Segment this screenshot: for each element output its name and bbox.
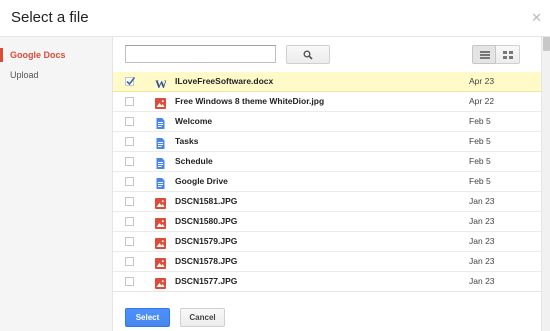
list-view-button[interactable] bbox=[472, 45, 496, 64]
checkmark-icon bbox=[126, 77, 136, 86]
file-row[interactable]: W ILoveFreeSoftware.docx Apr 23 bbox=[113, 72, 541, 92]
file-date: Jan 23 bbox=[469, 236, 495, 246]
document-icon bbox=[155, 136, 166, 149]
file-row[interactable]: Google Drive Feb 5 bbox=[113, 172, 541, 192]
file-checkbox[interactable] bbox=[125, 237, 134, 246]
grid-view-button[interactable] bbox=[496, 45, 520, 64]
main-panel: W ILoveFreeSoftware.docx Apr 23 Free Window… bbox=[113, 37, 541, 331]
word-doc-icon: W bbox=[155, 76, 167, 91]
file-date: Apr 23 bbox=[469, 76, 495, 86]
file-row[interactable]: DSCN1581.JPG Jan 23 bbox=[113, 192, 541, 212]
file-checkbox[interactable] bbox=[125, 77, 136, 86]
file-date: Feb 5 bbox=[469, 176, 491, 186]
file-name: DSCN1580.JPG bbox=[175, 216, 238, 226]
image-file-icon bbox=[155, 96, 166, 109]
file-list: W ILoveFreeSoftware.docx Apr 23 Free Window… bbox=[113, 72, 541, 291]
file-checkbox[interactable] bbox=[125, 157, 134, 166]
search-button[interactable] bbox=[286, 45, 330, 64]
list-view-icon bbox=[480, 51, 490, 59]
file-checkbox[interactable] bbox=[125, 257, 134, 266]
file-name: ILoveFreeSoftware.docx bbox=[175, 76, 274, 86]
file-date: Apr 22 bbox=[469, 96, 495, 106]
svg-text:W: W bbox=[155, 78, 166, 89]
file-date: Feb 5 bbox=[469, 116, 491, 126]
close-icon[interactable]: ✕ bbox=[531, 10, 542, 26]
file-checkbox[interactable] bbox=[125, 117, 134, 126]
grid-view-icon bbox=[503, 51, 513, 59]
file-row[interactable]: Tasks Feb 5 bbox=[113, 132, 541, 152]
document-icon bbox=[155, 156, 166, 169]
image-file-icon bbox=[155, 276, 166, 289]
file-row[interactable]: DSCN1580.JPG Jan 23 bbox=[113, 212, 541, 232]
dialog-footer: Select Cancel bbox=[113, 291, 541, 331]
file-checkbox[interactable] bbox=[125, 277, 134, 286]
file-date: Feb 5 bbox=[469, 156, 491, 166]
file-row[interactable]: Welcome Feb 5 bbox=[113, 112, 541, 132]
file-name: DSCN1581.JPG bbox=[175, 196, 238, 206]
file-checkbox[interactable] bbox=[125, 217, 134, 226]
file-row[interactable]: DSCN1579.JPG Jan 23 bbox=[113, 232, 541, 252]
file-date: Jan 23 bbox=[469, 216, 495, 226]
file-row[interactable]: DSCN1577.JPG Jan 23 bbox=[113, 272, 541, 291]
image-file-icon bbox=[155, 256, 166, 269]
scrollbar[interactable] bbox=[541, 37, 550, 331]
file-name: DSCN1579.JPG bbox=[175, 236, 238, 246]
file-row[interactable]: DSCN1578.JPG Jan 23 bbox=[113, 252, 541, 272]
file-date: Jan 23 bbox=[469, 256, 495, 266]
image-file-icon bbox=[155, 216, 166, 229]
image-file-icon bbox=[155, 236, 166, 249]
file-picker-dialog: Select a file ✕ Google Docs Upload W ILo… bbox=[0, 0, 550, 331]
sidebar-item-google-docs[interactable]: Google Docs bbox=[0, 45, 112, 65]
search-input[interactable] bbox=[125, 45, 276, 63]
cancel-button[interactable]: Cancel bbox=[180, 308, 225, 327]
dialog-header: Select a file ✕ bbox=[0, 0, 550, 37]
sidebar: Google Docs Upload bbox=[0, 37, 113, 331]
file-date: Jan 23 bbox=[469, 276, 495, 286]
scrollbar-thumb[interactable] bbox=[543, 37, 550, 51]
file-name: Free Windows 8 theme WhiteDior.jpg bbox=[175, 96, 325, 106]
file-row[interactable]: Schedule Feb 5 bbox=[113, 152, 541, 172]
file-date: Jan 23 bbox=[469, 196, 495, 206]
file-name: Google Drive bbox=[175, 176, 228, 186]
file-name: Schedule bbox=[175, 156, 213, 166]
search-icon bbox=[303, 50, 313, 60]
file-name: Welcome bbox=[175, 116, 213, 126]
file-date: Feb 5 bbox=[469, 136, 491, 146]
file-checkbox[interactable] bbox=[125, 97, 134, 106]
image-file-icon bbox=[155, 196, 166, 209]
document-icon bbox=[155, 116, 166, 129]
sidebar-item-upload[interactable]: Upload bbox=[0, 65, 112, 85]
file-row[interactable]: Free Windows 8 theme WhiteDior.jpg Apr 22 bbox=[113, 92, 541, 112]
dialog-title: Select a file bbox=[11, 9, 89, 26]
document-icon bbox=[155, 176, 166, 189]
file-name: DSCN1578.JPG bbox=[175, 256, 238, 266]
file-name: DSCN1577.JPG bbox=[175, 276, 238, 286]
file-checkbox[interactable] bbox=[125, 137, 134, 146]
file-checkbox[interactable] bbox=[125, 197, 134, 206]
select-button[interactable]: Select bbox=[125, 308, 170, 327]
file-name: Tasks bbox=[175, 136, 199, 146]
file-checkbox[interactable] bbox=[125, 177, 134, 186]
